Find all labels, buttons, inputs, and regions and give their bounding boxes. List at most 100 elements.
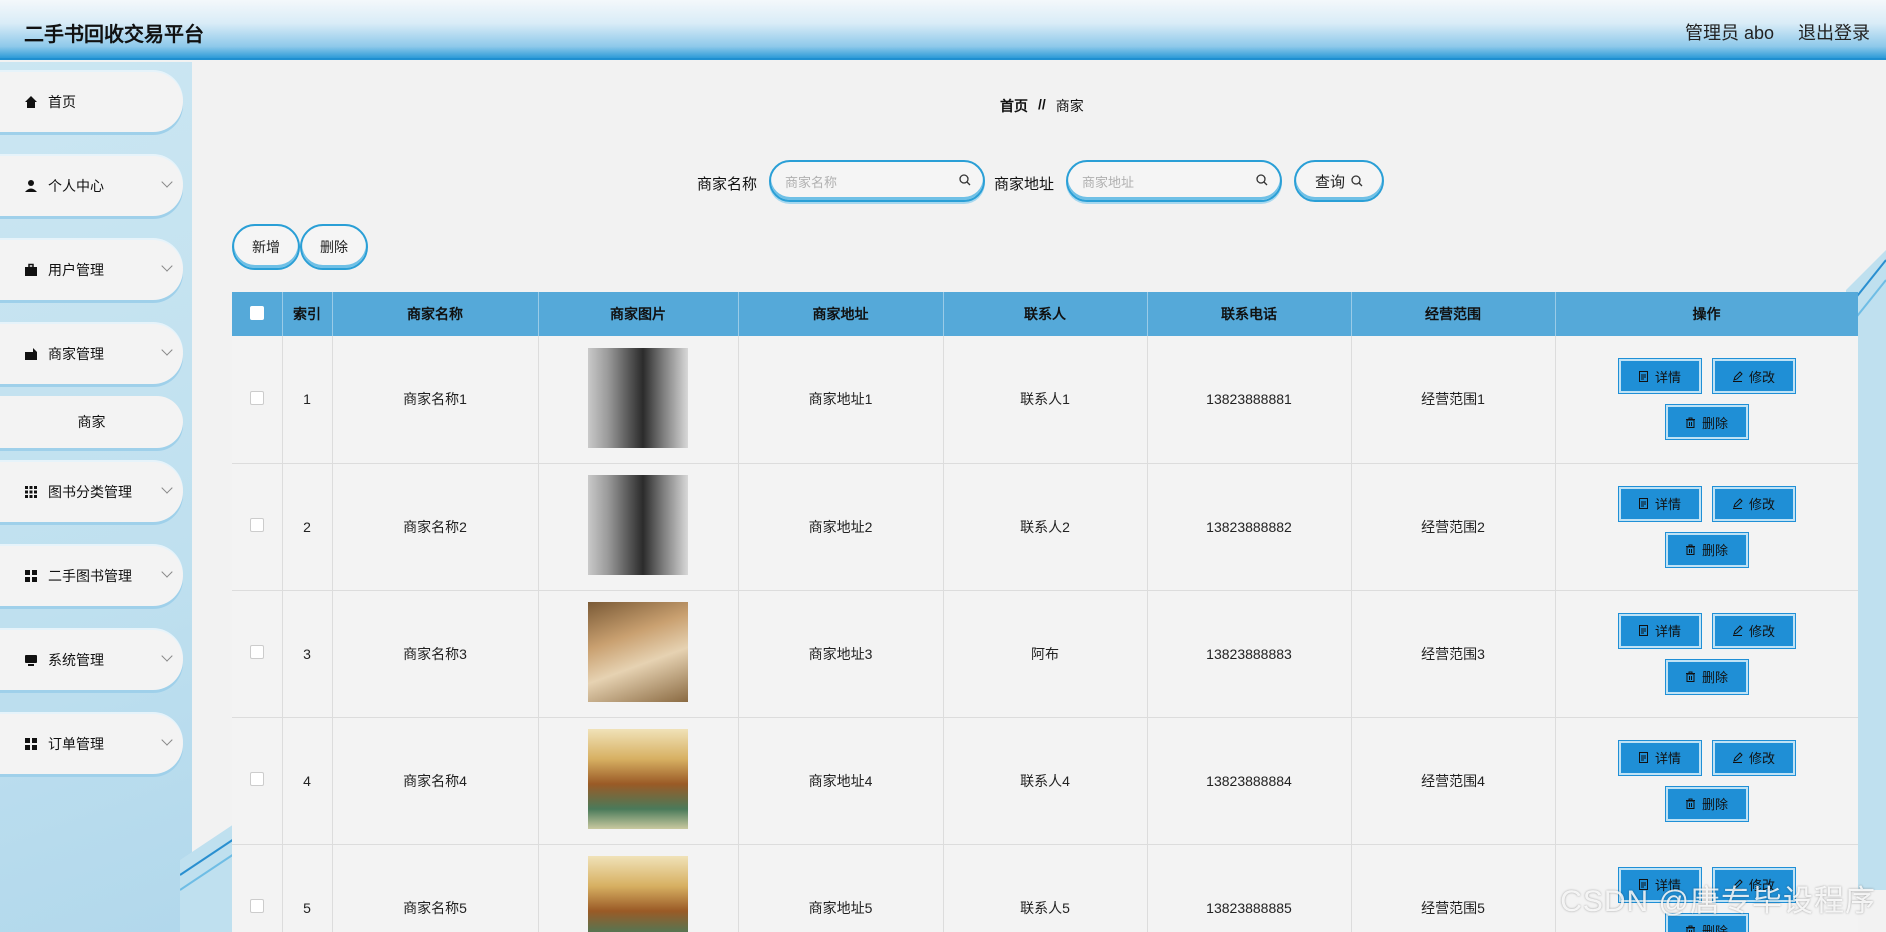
edit-label: 修改: [1748, 497, 1775, 512]
query-button-label: 查询: [1314, 173, 1345, 191]
edit-button[interactable]: 修改: [1711, 612, 1796, 649]
detail-button[interactable]: 详情: [1617, 612, 1702, 649]
detail-label: 详情: [1654, 369, 1681, 385]
row-contact: 联系人1: [943, 336, 1148, 464]
sidebar-item-label: 用户管理: [48, 262, 104, 278]
search-icon: [959, 174, 971, 186]
sidebar-item-orders[interactable]: 订单管理: [0, 714, 183, 774]
row-phone: 13823888881: [1147, 336, 1352, 464]
pencil-icon: [1732, 752, 1743, 763]
merchant-image: [588, 602, 688, 702]
current-user: 管理员 abo: [1684, 23, 1774, 43]
edit-button[interactable]: 修改: [1711, 485, 1796, 522]
watermark: CSDN @唐专毕设程序: [1560, 885, 1876, 918]
row-select-cell[interactable]: [232, 336, 283, 464]
detail-button[interactable]: 详情: [1617, 485, 1702, 522]
logout-link[interactable]: 退出登录: [1798, 19, 1870, 45]
batch-delete-button[interactable]: 删除: [300, 224, 368, 270]
pencil-icon: [1732, 625, 1743, 636]
row-phone: 13823888882: [1147, 463, 1352, 591]
sidebar-item-book-categories[interactable]: 图书分类管理: [0, 462, 183, 522]
col-phone: 联系电话: [1147, 292, 1352, 336]
trash-icon: [1685, 798, 1695, 809]
chevron-down-icon: [161, 482, 173, 494]
delete-button[interactable]: 删除: [1664, 531, 1749, 568]
col-actions: 操作: [1555, 292, 1858, 336]
table-row: 2 商家名称2 商家地址2 联系人2 13823888882 经营范围2 详情 …: [232, 463, 1858, 591]
chevron-down-icon: [161, 734, 173, 746]
delete-label: 删除: [1701, 924, 1728, 932]
sidebar-item-profile[interactable]: 个人中心: [0, 156, 183, 216]
edit-label: 修改: [1748, 624, 1775, 639]
sidebar-item-label: 图书分类管理: [48, 484, 132, 500]
row-checkbox[interactable]: [249, 772, 264, 786]
system-icon: [25, 655, 37, 666]
row-merchant-name: 商家名称3: [332, 590, 539, 718]
decorative-wave: [180, 820, 240, 932]
delete-button[interactable]: 删除: [1664, 785, 1749, 822]
row-checkbox[interactable]: [249, 390, 264, 405]
sidebar-item-merchants[interactable]: 商家管理: [0, 324, 183, 384]
user-icon: [25, 180, 37, 192]
merchant-name-label: 商家名称: [697, 176, 758, 193]
sidebar-item-system[interactable]: 系统管理: [0, 630, 183, 690]
merchant-address-field[interactable]: [1066, 160, 1282, 202]
detail-button[interactable]: 详情: [1617, 358, 1702, 395]
row-image-cell: [538, 590, 739, 718]
merchant-address-input[interactable]: [1082, 172, 1242, 192]
sidebar-subitem-merchant[interactable]: 商家: [0, 396, 183, 448]
detail-button[interactable]: 详情: [1617, 739, 1702, 776]
row-merchant-name: 商家名称1: [332, 336, 539, 464]
row-contact: 联系人5: [943, 844, 1148, 932]
search-icon: [1256, 174, 1268, 186]
row-merchant-address: 商家地址1: [738, 336, 944, 464]
detail-label: 详情: [1654, 751, 1681, 766]
merchant-name-input[interactable]: [785, 172, 945, 192]
delete-label: 删除: [1701, 415, 1728, 431]
row-merchant-address: 商家地址3: [738, 590, 944, 718]
document-icon: [1638, 498, 1648, 509]
row-select-cell[interactable]: [232, 717, 283, 845]
edit-label: 修改: [1748, 751, 1775, 766]
select-all-checkbox[interactable]: [249, 305, 264, 320]
row-index: 5: [282, 844, 333, 932]
detail-label: 详情: [1654, 624, 1681, 639]
row-phone: 13823888884: [1147, 717, 1352, 845]
row-select-cell[interactable]: [232, 844, 283, 932]
delete-button[interactable]: 删除: [1664, 404, 1749, 441]
merchant-name-field[interactable]: [769, 160, 985, 202]
delete-label: 删除: [1701, 797, 1728, 812]
select-all-cell[interactable]: [232, 292, 283, 336]
sidebar-item-label: 商家管理: [48, 346, 104, 362]
row-select-cell[interactable]: [232, 590, 283, 718]
add-button[interactable]: 新增: [232, 224, 300, 270]
row-checkbox[interactable]: [249, 899, 264, 913]
row-image-cell: [538, 336, 739, 464]
merchant-image: [588, 856, 688, 932]
search-icon: [1351, 175, 1363, 187]
sidebar-item-used-books[interactable]: 二手图书管理: [0, 546, 183, 606]
row-checkbox[interactable]: [249, 518, 264, 532]
row-index: 2: [282, 463, 333, 591]
row-index: 4: [282, 717, 333, 845]
merchant-address-label: 商家地址: [994, 176, 1055, 193]
edit-button[interactable]: 修改: [1711, 739, 1796, 776]
row-merchant-name: 商家名称5: [332, 844, 539, 932]
delete-button[interactable]: 删除: [1664, 658, 1749, 695]
query-button[interactable]: 查询: [1294, 160, 1384, 202]
detail-label: 详情: [1654, 497, 1681, 512]
merchant-image: [588, 347, 688, 448]
sidebar-item-users[interactable]: 用户管理: [0, 240, 183, 300]
row-phone: 13823888883: [1147, 590, 1352, 718]
row-merchant-address: 商家地址2: [738, 463, 944, 591]
row-checkbox[interactable]: [249, 645, 264, 659]
sidebar-item-label: 个人中心: [48, 178, 104, 194]
breadcrumb-home[interactable]: 首页: [1000, 96, 1028, 116]
document-icon: [1638, 625, 1648, 636]
chevron-down-icon: [161, 344, 173, 356]
sidebar-item-home[interactable]: 首页: [0, 72, 183, 132]
row-select-cell[interactable]: [232, 463, 283, 591]
row-scope: 经营范围2: [1351, 463, 1556, 591]
edit-button[interactable]: 修改: [1711, 358, 1796, 395]
col-address: 商家地址: [738, 292, 944, 336]
